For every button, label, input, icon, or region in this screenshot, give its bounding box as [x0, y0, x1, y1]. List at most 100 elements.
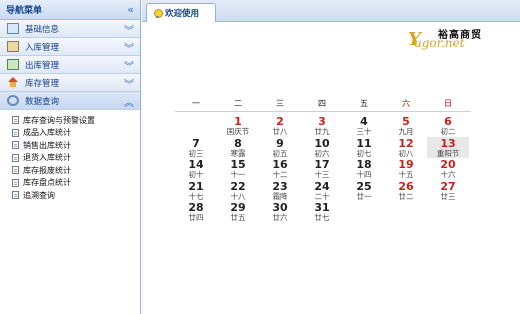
- lunar-date-label: 国庆节: [226, 127, 250, 136]
- calendar-day[interactable]: 7 初三: [175, 137, 217, 159]
- month-calendar: 一二三四五六日 1 国庆节 2 廿八 3 廿九 4 三十 5 九月 6 初二 7 初三 8 寒露 9 初五 10 初六…: [175, 98, 471, 223]
- calendar-empty-cell: [175, 115, 217, 137]
- menu-item-data-query[interactable]: 数据查询 ︽: [0, 92, 140, 110]
- lunar-date-label: 十五: [398, 170, 414, 179]
- calendar-day[interactable]: 8 寒露: [217, 137, 259, 159]
- day-number: 19: [398, 158, 414, 171]
- submenu-item[interactable]: 库存盘点统计: [12, 177, 140, 190]
- tab-welcome[interactable]: 欢迎使用: [146, 3, 216, 22]
- home-icon: [7, 77, 19, 88]
- day-number: 5: [402, 115, 410, 128]
- calendar-day[interactable]: 28 廿四: [175, 201, 217, 223]
- lunar-date-label: 初五: [272, 148, 288, 158]
- search-icon: [7, 95, 19, 106]
- calendar-day-today[interactable]: 13 重阳节: [427, 136, 469, 158]
- calendar-day[interactable]: 2 廿八: [259, 115, 301, 137]
- chevron-down-icon[interactable]: ︾: [124, 40, 134, 55]
- calendar-day[interactable]: 21 十七: [175, 180, 217, 202]
- day-number: 22: [230, 179, 246, 193]
- submenu-item[interactable]: 销售出库统计: [12, 139, 140, 152]
- document-icon: [12, 191, 19, 200]
- day-number: 29: [230, 201, 246, 214]
- submenu-item-label: 库存查询与预警设置: [23, 115, 95, 125]
- menu-item-outbound[interactable]: 出库管理 ︾: [0, 56, 140, 74]
- day-number: 18: [356, 158, 372, 171]
- calendar-day[interactable]: 31 廿七: [301, 201, 343, 223]
- day-number: 27: [440, 179, 456, 193]
- day-number: 20: [440, 158, 456, 171]
- calendar-day[interactable]: 18 十四: [343, 158, 385, 180]
- calendar-day[interactable]: 25 廿一: [343, 180, 385, 202]
- chevron-down-icon[interactable]: ︾: [124, 22, 134, 37]
- sidebar-header: 导航菜单 «: [0, 0, 140, 20]
- day-number: 3: [318, 115, 326, 128]
- calendar-day[interactable]: 22 十八: [217, 180, 259, 202]
- light-bulb-icon: [154, 8, 163, 18]
- calendar-day[interactable]: 10 初六: [301, 137, 343, 159]
- calendar-day[interactable]: 30 廿六: [259, 201, 301, 223]
- day-number: 1: [234, 115, 242, 128]
- calendar-day[interactable]: 24 二十: [301, 180, 343, 202]
- info-card-icon: [7, 23, 19, 34]
- submenu-item-label: 成品入库统计: [23, 128, 71, 138]
- inbound-icon: [7, 41, 19, 52]
- lunar-date-label: 三十: [356, 127, 372, 136]
- submenu-item[interactable]: 退货入库统计: [12, 152, 140, 165]
- calendar-day[interactable]: 29 廿五: [217, 201, 259, 223]
- lunar-date-label: 初二: [440, 127, 456, 136]
- calendar-empty-cell: [343, 201, 385, 223]
- lunar-date-label: 十七: [188, 191, 204, 201]
- calendar-day[interactable]: 1 国庆节: [217, 115, 259, 137]
- menu-item-inbound[interactable]: 入库管理 ︾: [0, 38, 140, 56]
- lunar-date-label: 廿九: [314, 127, 330, 136]
- day-number: 25: [356, 179, 372, 193]
- submenu-item[interactable]: 追溯查询: [12, 189, 140, 202]
- day-number: 26: [398, 179, 414, 193]
- lunar-date-label: 廿八: [272, 127, 288, 136]
- submenu-item[interactable]: 库存报废统计: [12, 164, 140, 177]
- calendar-day[interactable]: 26 廿二: [385, 180, 427, 202]
- day-number: 8: [234, 136, 242, 150]
- weekday-label: 一: [192, 99, 200, 108]
- lunar-date-label: 十四: [356, 170, 372, 179]
- submenu-item[interactable]: 成品入库统计: [12, 127, 140, 140]
- submenu-item-label: 销售出库统计: [23, 140, 71, 150]
- chevron-down-icon[interactable]: ︾: [124, 76, 134, 91]
- chevron-up-icon[interactable]: ︽: [124, 94, 134, 109]
- calendar-day[interactable]: 9 初五: [259, 137, 301, 159]
- calendar-day[interactable]: 17 十三: [301, 158, 343, 180]
- calendar-day[interactable]: 3 廿九: [301, 115, 343, 137]
- data-query-submenu: 库存查询与预警设置 成品入库统计 销售出库统计 退货入库统计 库存报废统计 库存…: [0, 110, 140, 202]
- menu-item-label: 基础信息: [25, 24, 60, 35]
- day-number: 23: [272, 179, 288, 193]
- calendar-day[interactable]: 27 廿三: [427, 180, 469, 202]
- main-panel: 欢迎使用 Y 裕高商贸 ugor.net 一二三四五六日 1 国庆节 2 廿八 3 廿九 4…: [142, 0, 520, 314]
- calendar-day[interactable]: 5 九月: [385, 115, 427, 137]
- calendar-day[interactable]: 12 初八: [385, 137, 427, 159]
- day-number: 16: [272, 158, 288, 171]
- document-icon: [12, 116, 19, 125]
- day-number: 10: [314, 136, 330, 150]
- calendar-day[interactable]: 15 十一: [217, 158, 259, 180]
- submenu-item[interactable]: 库存查询与预警设置: [12, 114, 140, 127]
- calendar-day[interactable]: 16 十二: [259, 158, 301, 180]
- document-icon: [12, 153, 19, 162]
- calendar-empty-cell: [385, 201, 427, 223]
- calendar-day[interactable]: 14 初十: [175, 158, 217, 180]
- calendar-grid: 1 国庆节 2 廿八 3 廿九 4 三十 5 九月 6 初二 7 初三 8 寒露 9 初五 10 初六 11 初七 12 初八…: [175, 115, 471, 223]
- menu-item-label: 库存管理: [25, 78, 60, 89]
- calendar-day[interactable]: 6 初二: [427, 115, 469, 137]
- menu-item-inventory[interactable]: 库存管理 ︾: [0, 74, 140, 92]
- menu-item-basic-info[interactable]: 基础信息 ︾: [0, 20, 140, 38]
- calendar-day[interactable]: 20 十六: [427, 158, 469, 180]
- lunar-date-label: 十二: [272, 170, 288, 179]
- chevron-down-icon[interactable]: ︾: [124, 58, 134, 73]
- day-number: 14: [188, 158, 204, 171]
- calendar-day[interactable]: 4 三十: [343, 115, 385, 137]
- collapse-left-icon[interactable]: «: [127, 4, 134, 15]
- menu-item-label: 出库管理: [25, 60, 60, 71]
- logo-domain: ugor.net: [414, 36, 465, 50]
- calendar-day[interactable]: 11 初七: [343, 137, 385, 159]
- calendar-day[interactable]: 19 十五: [385, 158, 427, 180]
- calendar-day[interactable]: 23 霜降: [259, 180, 301, 202]
